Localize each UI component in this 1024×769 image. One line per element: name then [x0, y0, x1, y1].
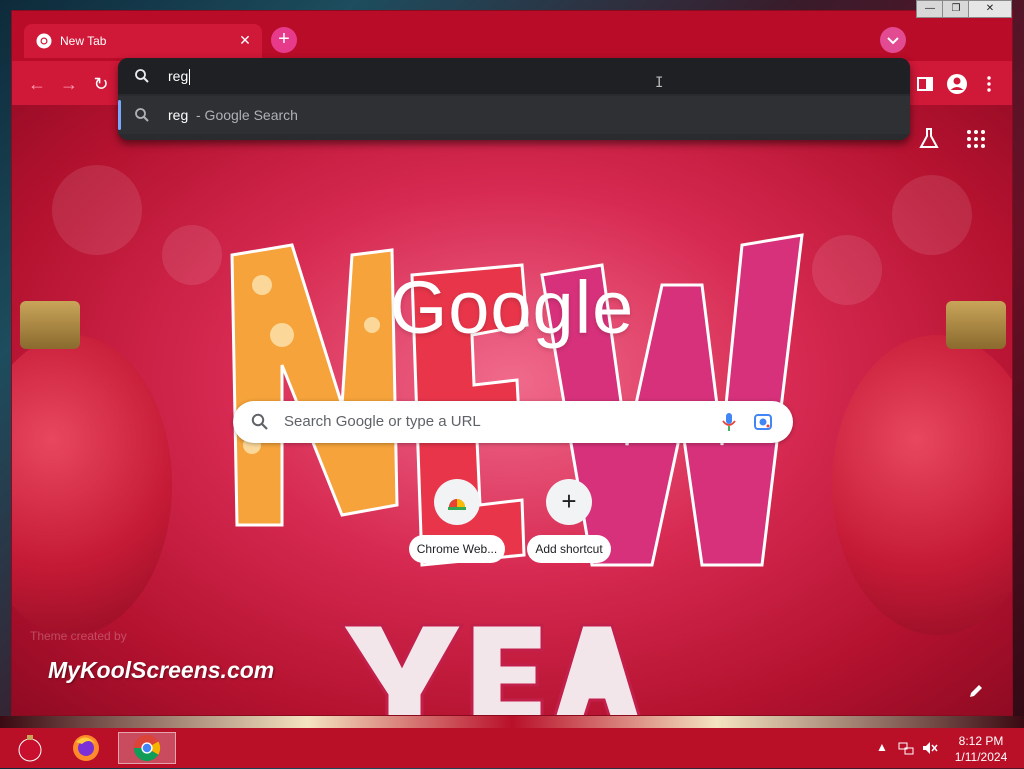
theme-credit: Theme created by: [30, 629, 127, 643]
google-apps-grid-icon[interactable]: [966, 129, 986, 149]
close-window-button[interactable]: ✕: [968, 0, 1012, 18]
address-bar[interactable]: reg I: [118, 58, 910, 94]
chrome-web-store-icon: [434, 479, 480, 525]
chrome-window: New Tab ✕ + ← → ↻ Google Search Google o…: [11, 10, 1013, 716]
forward-arrow-icon[interactable]: →: [58, 73, 80, 95]
firefox-icon: [73, 735, 99, 761]
customize-pencil-icon[interactable]: [968, 683, 984, 699]
chrome-favicon-icon: [36, 33, 52, 49]
suggestion-term: reg: [168, 107, 189, 123]
omnibox-dropdown: reg I reg - Google Search: [118, 58, 910, 140]
christmas-ornament-left: [12, 335, 172, 635]
taskbar-firefox[interactable]: [60, 732, 112, 764]
search-icon: [251, 413, 268, 430]
bokeh-light: [892, 175, 972, 255]
new-tab-button[interactable]: +: [271, 27, 297, 53]
system-clock[interactable]: 8:12 PM 1/11/2024: [952, 733, 1010, 765]
menu-kebab-icon[interactable]: [978, 73, 1000, 95]
ntp-search-box[interactable]: Search Google or type a URL: [233, 401, 793, 443]
omnibox-suggestion[interactable]: reg - Google Search: [118, 96, 910, 134]
network-icon[interactable]: [898, 740, 914, 759]
labs-flask-icon[interactable]: [918, 127, 940, 151]
new-tab-page: Google Search Google or type a URL Chrom…: [12, 105, 1012, 715]
plus-icon: +: [546, 479, 592, 525]
desktop-wallpaper-strip: [0, 716, 1024, 728]
clock-date: 1/11/2024: [954, 750, 1008, 764]
tab-new-tab[interactable]: New Tab ✕: [24, 24, 262, 58]
text-caret: [189, 69, 191, 86]
add-shortcut-button[interactable]: + Add shortcut: [517, 479, 621, 563]
chrome-icon: [133, 734, 161, 762]
minimize-button[interactable]: —: [916, 0, 944, 18]
microphone-icon[interactable]: [721, 412, 737, 432]
google-lens-icon[interactable]: [753, 412, 773, 432]
bokeh-light: [52, 165, 142, 255]
taskbar: ▲ 8:12 PM 1/11/2024: [0, 728, 1024, 768]
start-button[interactable]: [4, 732, 56, 764]
search-icon: [135, 69, 149, 83]
start-ornament-icon: [18, 735, 42, 762]
tab-title: New Tab: [60, 34, 107, 48]
shortcut-label: Add shortcut: [527, 535, 611, 563]
reload-icon[interactable]: ↻: [90, 73, 112, 95]
selection-indicator: [118, 100, 121, 130]
taskbar-chrome[interactable]: [118, 732, 176, 764]
show-hidden-icons-chevron-icon[interactable]: ▲: [876, 740, 888, 754]
maximize-button[interactable]: ❐: [942, 0, 970, 18]
profile-avatar-icon[interactable]: [946, 73, 968, 95]
address-bar-input[interactable]: reg: [168, 68, 188, 84]
year-artwork: [339, 623, 641, 715]
volume-muted-icon[interactable]: [922, 740, 938, 759]
theme-watermark: MyKoolScreens.com: [48, 657, 275, 683]
tab-close-icon[interactable]: ✕: [236, 31, 254, 49]
christmas-ornament-right: [832, 335, 1012, 635]
back-arrow-icon[interactable]: ←: [26, 73, 48, 95]
tab-strip: New Tab ✕ +: [12, 11, 1012, 61]
search-placeholder: Search Google or type a URL: [284, 413, 481, 430]
side-panel-icon[interactable]: [914, 73, 936, 95]
suggestion-description: - Google Search: [196, 107, 298, 123]
chevron-down-icon: [887, 37, 899, 45]
clock-time: 8:12 PM: [958, 734, 1004, 748]
google-logo: Google: [389, 266, 635, 349]
shortcut-label: Chrome Web...: [408, 535, 506, 563]
shortcut-chrome-web-store[interactable]: Chrome Web...: [405, 479, 509, 563]
search-icon: [135, 108, 149, 122]
tab-search-button[interactable]: [880, 27, 906, 53]
mouse-ibeam-cursor-icon: I: [655, 75, 664, 91]
